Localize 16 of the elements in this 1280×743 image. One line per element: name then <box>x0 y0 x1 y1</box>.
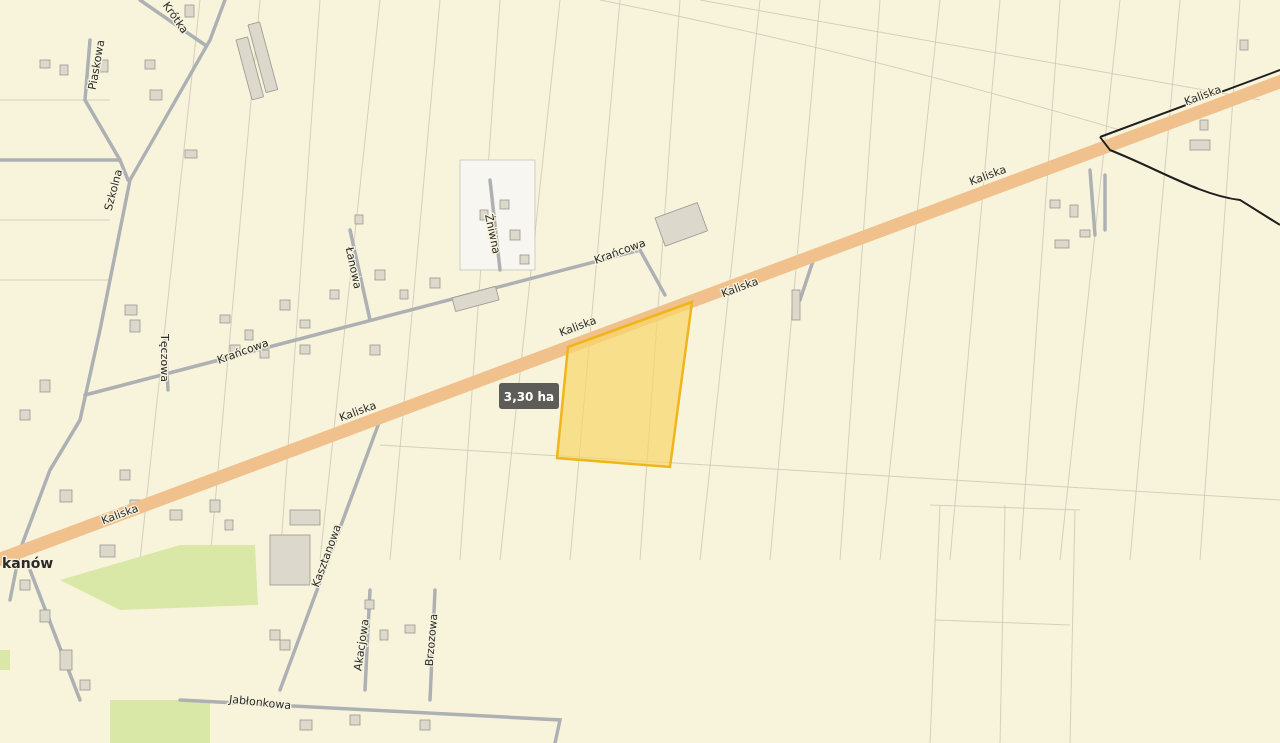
street-label: Brzozowa <box>422 613 441 667</box>
street-label: Jabłonkowa <box>228 692 292 713</box>
street-label: Kaliska <box>1182 82 1224 109</box>
street-label: Kaliska <box>967 162 1009 189</box>
place-label: kanów <box>2 555 54 571</box>
street-label: Tęczowa <box>158 334 171 382</box>
street-label: Żniwna <box>481 212 504 255</box>
street-label: Kaliska <box>99 501 141 528</box>
street-label: Szkolna <box>101 167 126 212</box>
street-label: Kaliska <box>557 313 599 340</box>
street-label: Kaliska <box>719 274 761 301</box>
street-label: Kaliska <box>337 398 379 425</box>
area-label: 3,30 ha <box>499 383 559 409</box>
street-label: Łanowa <box>342 245 365 290</box>
street-label: Piaskowa <box>85 39 108 91</box>
street-label: Akacjowa <box>351 618 372 672</box>
